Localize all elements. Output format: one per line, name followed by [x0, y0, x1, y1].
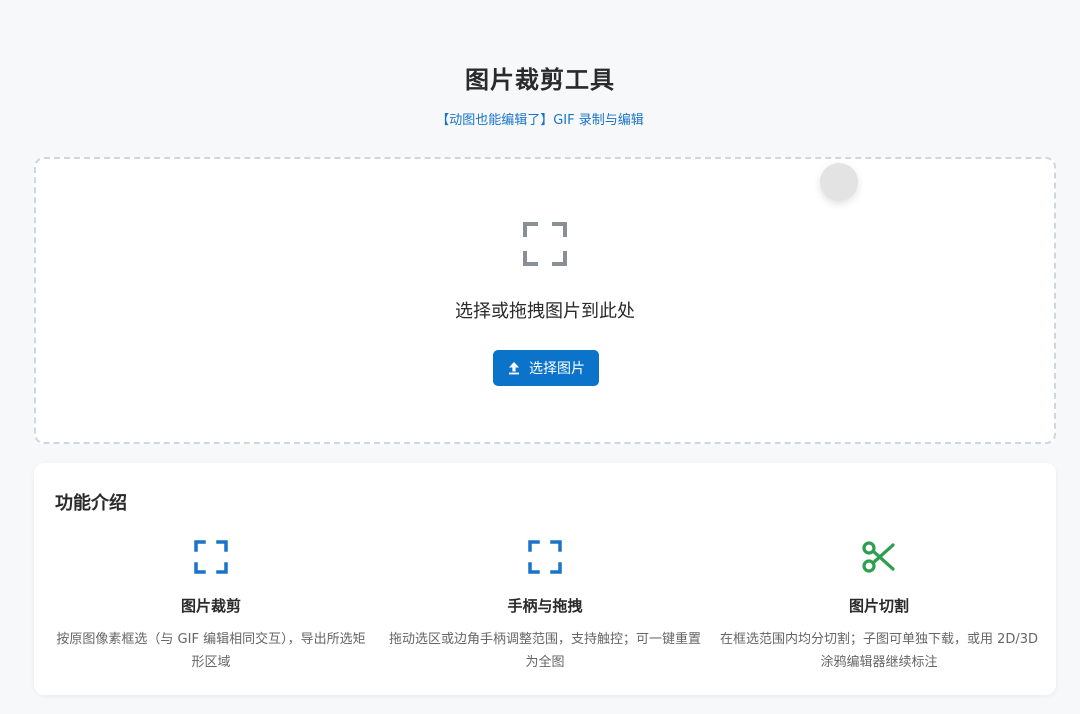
header: 图片裁剪工具 【动图也能编辑了】GIF 录制与编辑 — [0, 60, 1080, 128]
feature-name: 图片裁剪 — [180, 597, 241, 615]
feature-name: 手柄与拖拽 — [507, 597, 583, 615]
page-title: 图片裁剪工具 — [465, 66, 615, 94]
cursor-indicator — [820, 163, 858, 201]
feature-name: 图片切割 — [848, 597, 909, 615]
feature-handles-drag: 手柄与拖拽 拖动选区或边角手柄调整范围，支持触控；可一键重置为全图 — [375, 538, 715, 674]
page: 图片裁剪工具 【动图也能编辑了】GIF 录制与编辑 选择或拖拽图片到此处 选择图… — [0, 0, 1080, 714]
select-image-button[interactable]: 选择图片 — [493, 350, 599, 386]
dropzone-prompt: 选择或拖拽图片到此处 — [455, 301, 635, 322]
upload-icon — [509, 362, 519, 375]
feature-description: 在框选范围内均分切割；子图可单独下载，或用 2D/3D 涂鸦编辑器继续标注 — [719, 632, 1039, 670]
crop-frame-icon — [528, 540, 562, 574]
gif-editor-link[interactable]: 【动图也能编辑了】GIF 录制与编辑 — [436, 109, 644, 128]
feature-crop: 图片裁剪 按原图像素框选（与 GIF 编辑相同交互），导出所选矩形区域 — [41, 538, 381, 674]
scissors-icon — [862, 541, 895, 573]
features-title: 功能介绍 — [55, 493, 127, 514]
features-panel: 功能介绍 图片裁剪 按原图像素框选（与 GIF 编辑相同交互），导出所选矩形区域… — [34, 463, 1056, 695]
feature-description: 按原图像素框选（与 GIF 编辑相同交互），导出所选矩形区域 — [56, 632, 366, 670]
select-image-label: 选择图片 — [529, 361, 585, 377]
crop-frame-icon — [194, 540, 228, 574]
feature-description: 拖动选区或边角手柄调整范围，支持触控；可一键重置为全图 — [388, 632, 701, 670]
feature-slice: 图片切割 在框选范围内均分切割；子图可单独下载，或用 2D/3D 涂鸦编辑器继续… — [709, 538, 1049, 674]
crop-frame-icon — [523, 222, 567, 266]
image-dropzone[interactable]: 选择或拖拽图片到此处 选择图片 — [34, 157, 1056, 444]
